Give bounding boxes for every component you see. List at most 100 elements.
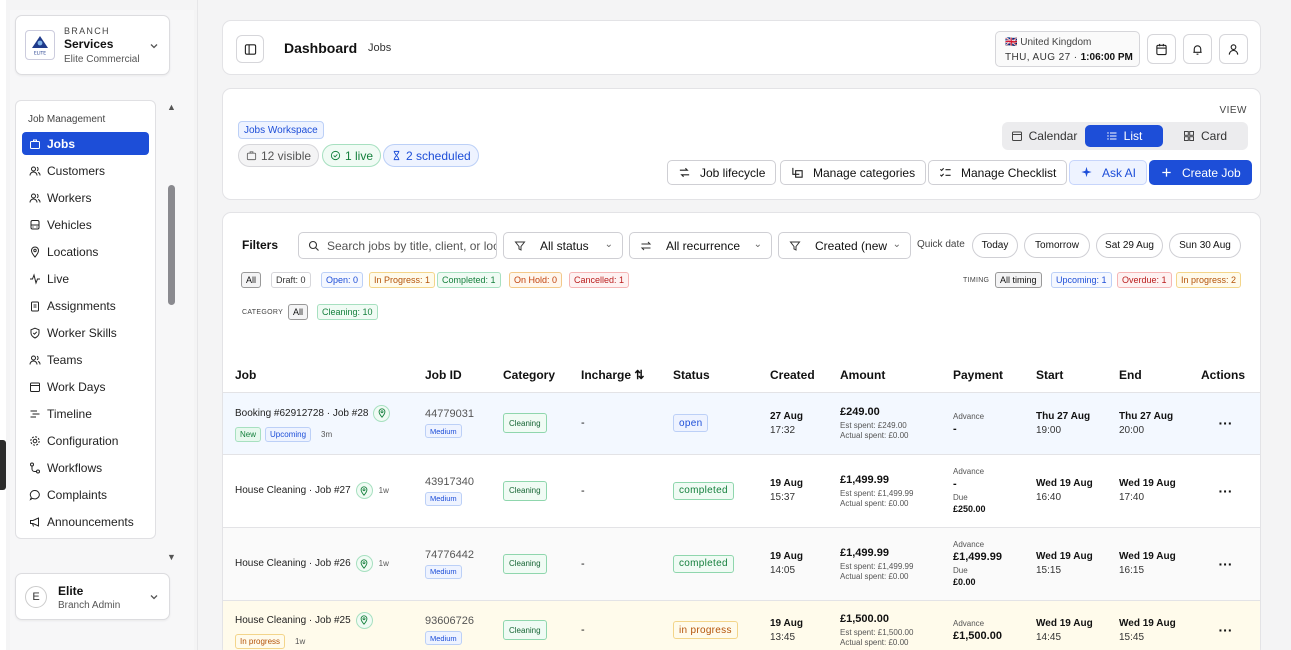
sidebar-toggle-button[interactable] — [236, 35, 264, 63]
timing-chip-overdue[interactable]: Overdue: 1 — [1117, 272, 1172, 288]
start-time: 14:45 — [1036, 631, 1062, 643]
job-title[interactable]: House Cleaning · Job #26 — [235, 558, 351, 569]
sidebar-scrollbar[interactable]: ▲ ▼ — [167, 100, 177, 562]
notifications-button[interactable] — [1183, 34, 1212, 64]
timing-chip-upcoming[interactable]: Upcoming: 1 — [1051, 272, 1112, 288]
status-chip-completed[interactable]: Completed: 1 — [437, 272, 501, 288]
job-lifecycle-button[interactable]: Job lifecycle — [667, 160, 777, 185]
ask-ai-button[interactable]: Ask AI — [1069, 160, 1148, 185]
manage-categories-button[interactable]: Manage categories — [780, 160, 927, 185]
calendar-button[interactable] — [1147, 34, 1176, 64]
location-pin-button[interactable] — [355, 555, 373, 572]
start-time: 19:00 — [1036, 424, 1062, 436]
view-calendar-button[interactable]: Calendar — [1005, 125, 1083, 147]
job-title[interactable]: Booking #62912728 · Job #28 — [235, 408, 368, 419]
est-spent: Est spent: £1,500.00 — [840, 628, 914, 637]
status-chip-cancelled[interactable]: Cancelled: 1 — [569, 272, 630, 288]
quick-date-tomorrow[interactable]: Tomorrow — [1024, 233, 1090, 258]
priority-badge: Medium — [425, 424, 462, 438]
sidebar-item-work-days[interactable]: Work Days — [22, 375, 149, 398]
status-filter[interactable]: All status ⌄ — [503, 232, 623, 259]
table-row[interactable]: Booking #62912728 · Job #28 New Upcoming 3m… — [223, 392, 1260, 455]
sidebar-item-label: Timeline — [47, 406, 92, 421]
category-chip-cleaning[interactable]: Cleaning: 10 — [317, 304, 378, 320]
category-badge: Cleaning — [503, 620, 547, 640]
job-title[interactable]: House Cleaning · Job #27 — [235, 485, 351, 496]
table-row[interactable]: House Cleaning · Job #27 1w 43917340 Medium… — [223, 454, 1260, 528]
cell-status: in progress — [661, 600, 758, 650]
search-input[interactable]: Search jobs by title, client, or locatio… — [298, 232, 497, 259]
create-job-button[interactable]: Create Job — [1149, 160, 1252, 185]
view-list-button[interactable]: List — [1085, 125, 1163, 147]
sidebar-item-worker-skills[interactable]: Worker Skills — [22, 321, 149, 344]
view-calendar-label: Calendar — [1028, 129, 1078, 143]
manage-checklist-button[interactable]: Manage Checklist — [928, 160, 1068, 185]
sort-filter[interactable]: Created (newest) ⌄ — [778, 232, 911, 259]
category-chip-all[interactable]: All — [288, 304, 309, 320]
status-chip-draft[interactable]: Draft: 0 — [271, 272, 311, 288]
job-id: 44779031 — [425, 408, 474, 420]
row-actions-button[interactable]: ··· — [1219, 415, 1233, 431]
user-role: Branch Admin — [58, 600, 121, 611]
cell-job: House Cleaning · Job #25 In progress 1w — [223, 600, 413, 650]
col-header-actions: Actions — [1189, 358, 1260, 393]
category-label: CATEGORY — [242, 309, 284, 316]
cell-created: 27 Aug 17:32 — [758, 392, 828, 455]
profile-button[interactable] — [1219, 34, 1248, 64]
status-chip-on-hold[interactable]: On Hold: 0 — [509, 272, 563, 288]
location-pin-button[interactable] — [355, 482, 373, 499]
job-title[interactable]: House Cleaning · Job #25 — [235, 615, 351, 626]
sidebar-item-complaints[interactable]: Complaints — [22, 483, 149, 506]
visible-count-text: 12 visible — [261, 148, 312, 163]
sidebar-item-timeline[interactable]: Timeline — [22, 402, 149, 425]
col-header-status: Status — [661, 358, 758, 393]
end-day: Wed 19 Aug — [1119, 551, 1176, 562]
location-pin-button[interactable] — [355, 611, 373, 629]
cell-category: Cleaning — [491, 392, 569, 455]
col-header-incharge[interactable]: Incharge ⇅ — [569, 358, 661, 393]
sidebar-item-jobs[interactable]: Jobs — [22, 132, 149, 155]
status-chip-open[interactable]: Open: 0 — [321, 272, 364, 288]
sidebar-item-workflows[interactable]: Workflows — [22, 456, 149, 479]
cell-created: 19 Aug 15:37 — [758, 454, 828, 528]
sidebar-item-locations[interactable]: Locations — [22, 240, 149, 263]
row-actions-button[interactable]: ··· — [1219, 556, 1233, 572]
sidebar-item-live[interactable]: Live — [22, 267, 149, 290]
sidebar-item-customers[interactable]: Customers — [22, 159, 149, 182]
table-row[interactable]: House Cleaning · Job #25 In progress 1w 936… — [223, 600, 1260, 650]
timing-chip-in-progress[interactable]: In progress: 2 — [1176, 272, 1242, 288]
start-time: 15:15 — [1036, 565, 1062, 576]
recurrence-filter[interactable]: All recurrence ⌄ — [629, 232, 772, 259]
payment-due-value: £250.00 — [953, 504, 986, 514]
col-header-payment: Payment — [941, 358, 1024, 393]
sidebar-item-announcements[interactable]: Announcements — [22, 510, 149, 533]
sidebar-item-vehicles[interactable]: Vehicles — [22, 213, 149, 236]
status-badge: open — [673, 414, 709, 432]
clipboard-icon — [31, 301, 39, 311]
table-row[interactable]: House Cleaning · Job #26 1w 74776442 Medium… — [223, 527, 1260, 601]
status-chip-all[interactable]: All — [241, 272, 262, 288]
users-icon — [29, 355, 41, 365]
quick-date-sat[interactable]: Sat 29 Aug — [1096, 233, 1163, 258]
location-pin-button[interactable] — [373, 404, 391, 422]
cell-end: Wed 19 Aug 16:15 — [1107, 527, 1189, 601]
scroll-up-icon[interactable]: ▲ — [167, 102, 176, 112]
row-actions-button[interactable]: ··· — [1219, 483, 1233, 499]
quick-date-sun[interactable]: Sun 30 Aug — [1169, 233, 1241, 258]
payment-due-label: Due — [953, 493, 968, 502]
sidebar-item-assignments[interactable]: Assignments — [22, 294, 149, 317]
quick-date-today[interactable]: Today — [972, 233, 1018, 258]
status-chip-in-progress[interactable]: In Progress: 1 — [369, 272, 436, 288]
cell-actions: ··· — [1189, 392, 1260, 455]
user-menu[interactable]: E Elite Branch Admin — [15, 573, 170, 620]
timing-chip-all[interactable]: All timing — [995, 272, 1042, 288]
sidebar-item-teams[interactable]: Teams — [22, 348, 149, 371]
scroll-down-icon[interactable]: ▼ — [167, 552, 176, 562]
scrollbar-thumb[interactable] — [168, 185, 175, 305]
view-card-button[interactable]: Card — [1166, 125, 1244, 147]
sidebar-item-workers[interactable]: Workers — [22, 186, 149, 209]
branch-switcher[interactable]: ELITE BRANCH Services Elite Commercial — [15, 15, 170, 75]
sidebar-item-configuration[interactable]: Configuration — [22, 429, 149, 452]
row-actions-button[interactable]: ··· — [1219, 622, 1233, 638]
cell-incharge: - — [569, 600, 661, 650]
